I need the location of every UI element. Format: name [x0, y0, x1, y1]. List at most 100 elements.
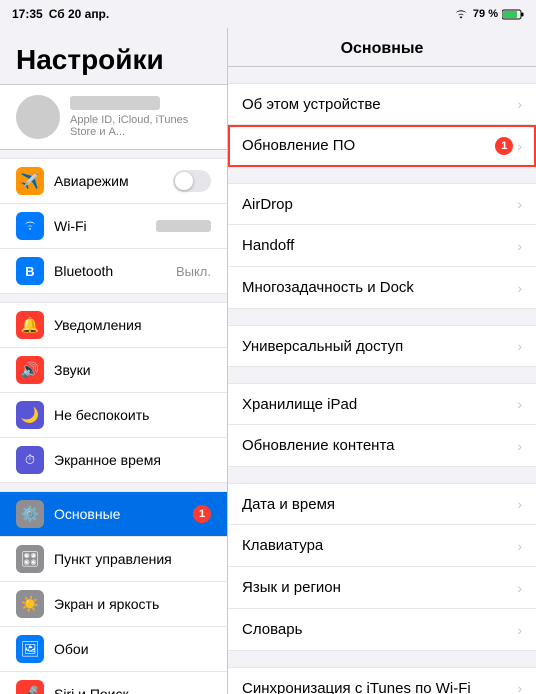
status-bar-left: 17:35 Сб 20 апр.	[12, 7, 109, 21]
status-bar-right: 79 %	[453, 8, 524, 20]
airdrop-chevron: ›	[517, 196, 522, 212]
right-item-contentupdate[interactable]: Обновление контента ›	[228, 425, 536, 467]
sounds-icon: 🔊	[16, 356, 44, 384]
right-group-5: Дата и время › Клавиатура › Язык и регио…	[228, 483, 536, 651]
airplane-toggle[interactable]	[173, 170, 211, 192]
language-label: Язык и регион	[242, 579, 517, 596]
itunessync-chevron: ›	[517, 680, 522, 694]
wifi-sidebar-icon	[16, 212, 44, 240]
language-chevron: ›	[517, 580, 522, 596]
dnd-icon: 🌙	[16, 401, 44, 429]
wallpaper-label: Обои	[54, 641, 211, 657]
right-item-dictionary[interactable]: Словарь ›	[228, 609, 536, 651]
right-item-multitask[interactable]: Многозадачность и Dock ›	[228, 267, 536, 309]
storage-label: Хранилище iPad	[242, 396, 517, 413]
sidebar-group-notifications: 🔔 Уведомления 🔊 Звуки 🌙 Не беспокоить ⏱ …	[0, 302, 227, 483]
right-item-softwareupdate[interactable]: Обновление ПО 1 ›	[228, 125, 536, 167]
controlcenter-icon: 🎛	[16, 545, 44, 573]
accessibility-label: Универсальный доступ	[242, 338, 517, 355]
keyboard-label: Клавиатура	[242, 537, 517, 554]
right-item-keyboard[interactable]: Клавиатура ›	[228, 525, 536, 567]
about-chevron: ›	[517, 96, 522, 112]
softwareupdate-chevron: ›	[517, 138, 522, 154]
notifications-icon: 🔔	[16, 311, 44, 339]
right-item-itunessync[interactable]: Синхронизация с iTunes по Wi-Fi ›	[228, 667, 536, 694]
wifi-value	[156, 220, 211, 232]
dictionary-label: Словарь	[242, 621, 517, 638]
right-group-4: Хранилище iPad › Обновление контента ›	[228, 383, 536, 467]
wallpaper-icon: 🖼	[16, 635, 44, 663]
general-icon: ⚙️	[16, 500, 44, 528]
sidebar-item-controlcenter[interactable]: 🎛 Пункт управления	[0, 537, 227, 582]
main-layout: Настройки Apple ID, iCloud, iTunes Store…	[0, 28, 536, 694]
display-label: Экран и яркость	[54, 596, 211, 612]
right-panel-title: Основные	[228, 28, 536, 67]
bluetooth-value: Выкл.	[176, 264, 211, 279]
time-display: 17:35	[12, 7, 43, 21]
datetime-chevron: ›	[517, 496, 522, 512]
sidebar-item-wallpaper[interactable]: 🖼 Обои	[0, 627, 227, 672]
wifi-icon	[453, 8, 469, 20]
sounds-label: Звуки	[54, 362, 211, 378]
sidebar-item-sounds[interactable]: 🔊 Звуки	[0, 348, 227, 393]
multitask-label: Многозадачность и Dock	[242, 279, 517, 296]
controlcenter-label: Пункт управления	[54, 551, 211, 567]
profile-section[interactable]: Apple ID, iCloud, iTunes Store и А...	[0, 84, 227, 150]
sidebar-group-network: ✈️ Авиарежим Wi-Fi B Bluetooth Выкл	[0, 158, 227, 294]
battery-display: 79 %	[473, 8, 498, 20]
siri-icon: 🎤	[16, 680, 44, 694]
handoff-label: Handoff	[242, 237, 517, 254]
right-item-airdrop[interactable]: AirDrop ›	[228, 183, 536, 225]
profile-sub: Apple ID, iCloud, iTunes Store и А...	[70, 114, 211, 138]
sidebar-item-screentime[interactable]: ⏱ Экранное время	[0, 438, 227, 483]
screentime-label: Экранное время	[54, 452, 211, 468]
wifi-label: Wi-Fi	[54, 218, 156, 234]
multitask-chevron: ›	[517, 280, 522, 296]
storage-chevron: ›	[517, 396, 522, 412]
avatar	[16, 95, 60, 139]
airplane-icon: ✈️	[16, 167, 44, 195]
right-item-accessibility[interactable]: Универсальный доступ ›	[228, 325, 536, 367]
siri-label: Siri и Поиск	[54, 686, 211, 694]
accessibility-chevron: ›	[517, 338, 522, 354]
date-display: Сб 20 апр.	[49, 7, 110, 21]
about-label: Об этом устройстве	[242, 96, 517, 113]
sidebar-item-siri[interactable]: 🎤 Siri и Поиск	[0, 672, 227, 694]
right-group-6: Синхронизация с iTunes по Wi-Fi › VPN Не…	[228, 667, 536, 694]
airdrop-label: AirDrop	[242, 196, 517, 213]
notifications-label: Уведомления	[54, 317, 211, 333]
softwareupdate-label: Обновление ПО	[242, 137, 495, 154]
keyboard-chevron: ›	[517, 538, 522, 554]
softwareupdate-badge: 1	[495, 137, 513, 155]
sidebar-title: Настройки	[0, 28, 227, 84]
contentupdate-chevron: ›	[517, 438, 522, 454]
right-item-handoff[interactable]: Handoff ›	[228, 225, 536, 267]
sidebar-item-general[interactable]: ⚙️ Основные 1	[0, 491, 227, 537]
screentime-icon: ⏱	[16, 446, 44, 474]
right-group-3: Универсальный доступ ›	[228, 325, 536, 367]
general-badge: 1	[193, 505, 211, 523]
contentupdate-label: Обновление контента	[242, 437, 517, 454]
itunessync-label: Синхронизация с iTunes по Wi-Fi	[242, 680, 517, 694]
sidebar-item-notifications[interactable]: 🔔 Уведомления	[0, 302, 227, 348]
general-label: Основные	[54, 506, 193, 522]
right-group-1: Об этом устройстве › Обновление ПО 1 ›	[228, 83, 536, 167]
sidebar-item-bluetooth[interactable]: B Bluetooth Выкл.	[0, 249, 227, 294]
display-icon: ☀️	[16, 590, 44, 618]
sidebar-item-dnd[interactable]: 🌙 Не беспокоить	[0, 393, 227, 438]
profile-name	[70, 96, 160, 110]
airplane-label: Авиарежим	[54, 173, 173, 189]
right-item-storage[interactable]: Хранилище iPad ›	[228, 383, 536, 425]
sidebar-item-wifi[interactable]: Wi-Fi	[0, 204, 227, 249]
handoff-chevron: ›	[517, 238, 522, 254]
bluetooth-icon: B	[16, 257, 44, 285]
sidebar-item-airplane[interactable]: ✈️ Авиарежим	[0, 158, 227, 204]
bluetooth-label: Bluetooth	[54, 263, 176, 279]
dnd-label: Не беспокоить	[54, 407, 211, 423]
status-bar: 17:35 Сб 20 апр. 79 %	[0, 0, 536, 28]
sidebar-item-display[interactable]: ☀️ Экран и яркость	[0, 582, 227, 627]
right-group-2: AirDrop › Handoff › Многозадачность и Do…	[228, 183, 536, 309]
right-item-about[interactable]: Об этом устройстве ›	[228, 83, 536, 125]
right-item-datetime[interactable]: Дата и время ›	[228, 483, 536, 525]
right-item-language[interactable]: Язык и регион ›	[228, 567, 536, 609]
